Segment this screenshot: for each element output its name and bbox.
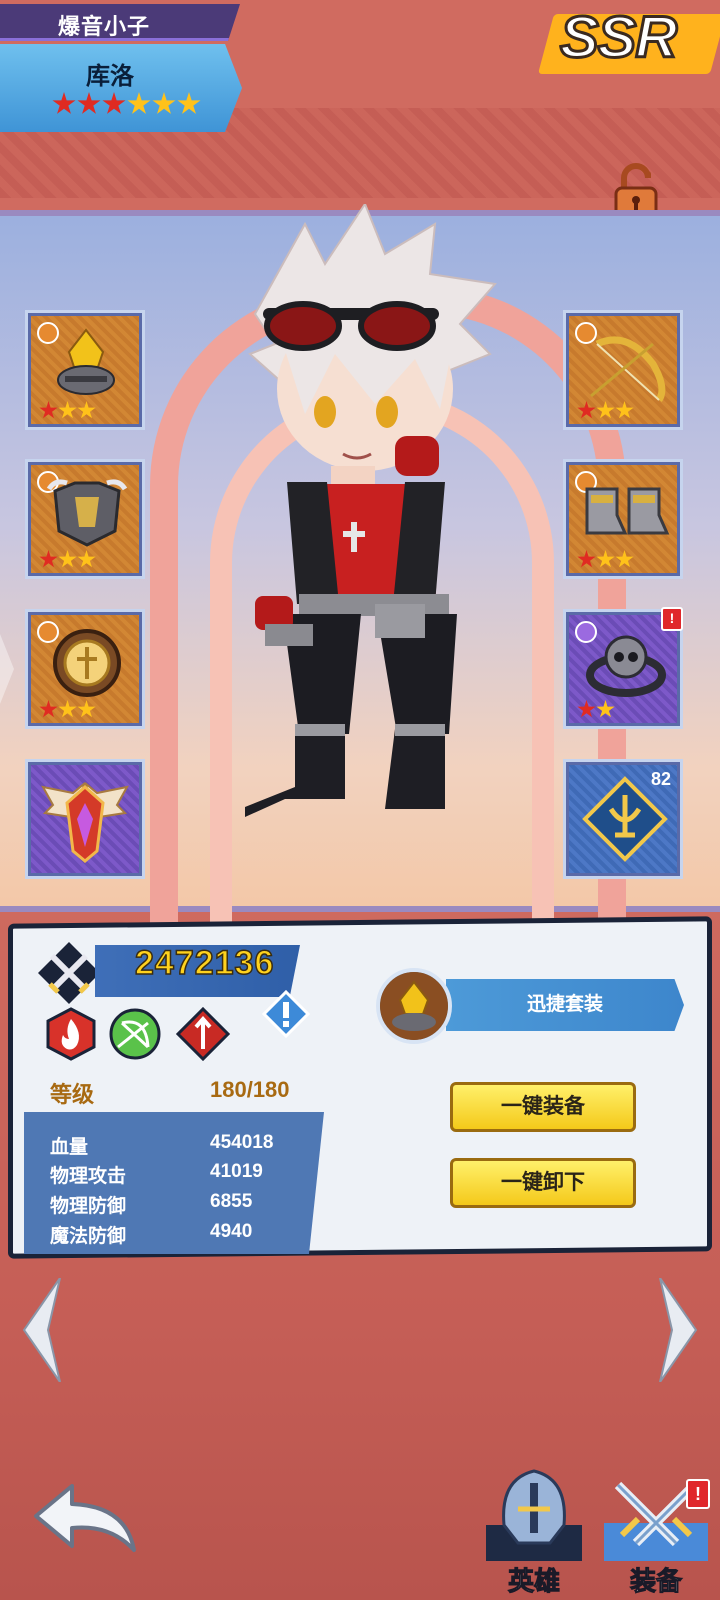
skull-ring-icon (586, 635, 666, 697)
slot-star-rating (577, 700, 615, 719)
hero-stage: ! 82 (0, 204, 720, 934)
bow-class-icon[interactable] (108, 1007, 162, 1061)
equip-slot-rune[interactable]: 82 (563, 759, 683, 879)
helmet-icon (57, 328, 115, 395)
slot-star-rating (577, 401, 634, 420)
slot-star-rating (39, 401, 96, 420)
star-icon (177, 92, 201, 114)
equip-slot-ring[interactable]: ! (563, 607, 683, 729)
equip-slot-armor[interactable] (25, 459, 145, 579)
hero-star-rating (52, 92, 201, 116)
wings-emblem-icon (41, 782, 129, 863)
level-value: 180/180 (210, 1077, 290, 1102)
star-icon (127, 92, 151, 114)
set-helmet-icon[interactable] (376, 968, 452, 1044)
helmet-icon (486, 1469, 582, 1561)
stat-label-phys-def: 物理防御 (50, 1196, 127, 1217)
star-icon (52, 92, 76, 114)
hero-name-plate: 库洛 (0, 44, 242, 132)
attack-type-icon[interactable] (176, 1007, 230, 1061)
helmet-icon (380, 972, 448, 1040)
new-alert-badge: ! (661, 607, 683, 631)
stat-label-magic-def: 魔法防御 (50, 1226, 127, 1247)
hero-tab-button[interactable]: 英雄 (478, 1465, 590, 1600)
boots-icon (585, 487, 670, 535)
equipment-tab-label: 装备 (629, 1566, 682, 1597)
stat-value-phys-atk: 41019 (210, 1161, 263, 1182)
back-arrow-icon[interactable] (30, 1478, 140, 1558)
slot-star-rating (39, 550, 96, 569)
stat-value-phys-def: 6855 (210, 1191, 253, 1212)
equipment-set-button[interactable]: 迅捷套装 (446, 979, 684, 1031)
equip-all-button[interactable]: 一键装备 (450, 1082, 636, 1132)
slot-star-rating (39, 700, 96, 719)
level-label: 等级 (50, 1082, 95, 1107)
equip-slot-bow[interactable] (563, 310, 683, 430)
rarity-badge: SSR (537, 0, 720, 90)
armor-icon (46, 479, 128, 547)
next-hero-arrow-icon[interactable] (656, 1278, 700, 1382)
stat-label-phys-atk: 物理攻击 (50, 1166, 127, 1187)
stat-value-hp: 454018 (210, 1132, 274, 1153)
rune-emblem-icon (582, 776, 668, 862)
equip-slot-shield[interactable] (25, 609, 145, 729)
star-icon (152, 92, 176, 114)
hero-character (245, 204, 497, 817)
star-icon (77, 92, 101, 114)
combat-power: 2472136 (134, 943, 275, 983)
unequip-all-button[interactable]: 一键卸下 (450, 1158, 636, 1208)
crossed-swords-icon (38, 942, 100, 1004)
equipment-tab-button[interactable]: ! 装备 (600, 1465, 712, 1600)
stat-label-hp: 血量 (50, 1137, 89, 1158)
stage-side-handle[interactable] (0, 634, 14, 704)
previous-hero-arrow-icon[interactable] (20, 1278, 64, 1382)
hero-name: 库洛 (86, 63, 134, 90)
star-icon (102, 92, 126, 114)
bow-icon (590, 336, 666, 402)
rarity-text: SSR (558, 4, 678, 72)
stat-value-magic-def: 4940 (210, 1221, 253, 1242)
shield-icon (53, 629, 121, 697)
hero-tab-label: 英雄 (507, 1566, 560, 1597)
equipment-tab-alert: ! (686, 1479, 710, 1509)
info-alert-icon[interactable] (262, 990, 310, 1038)
fire-element-icon[interactable] (44, 1007, 98, 1061)
hero-title: 爆音小子 (58, 14, 151, 39)
equip-slot-helmet[interactable] (25, 310, 145, 430)
equip-slot-emblem[interactable] (25, 759, 145, 879)
equip-slot-boots[interactable] (563, 459, 683, 579)
slot-star-rating (577, 550, 634, 569)
hero-title-tab: 爆音小子 (0, 4, 240, 41)
